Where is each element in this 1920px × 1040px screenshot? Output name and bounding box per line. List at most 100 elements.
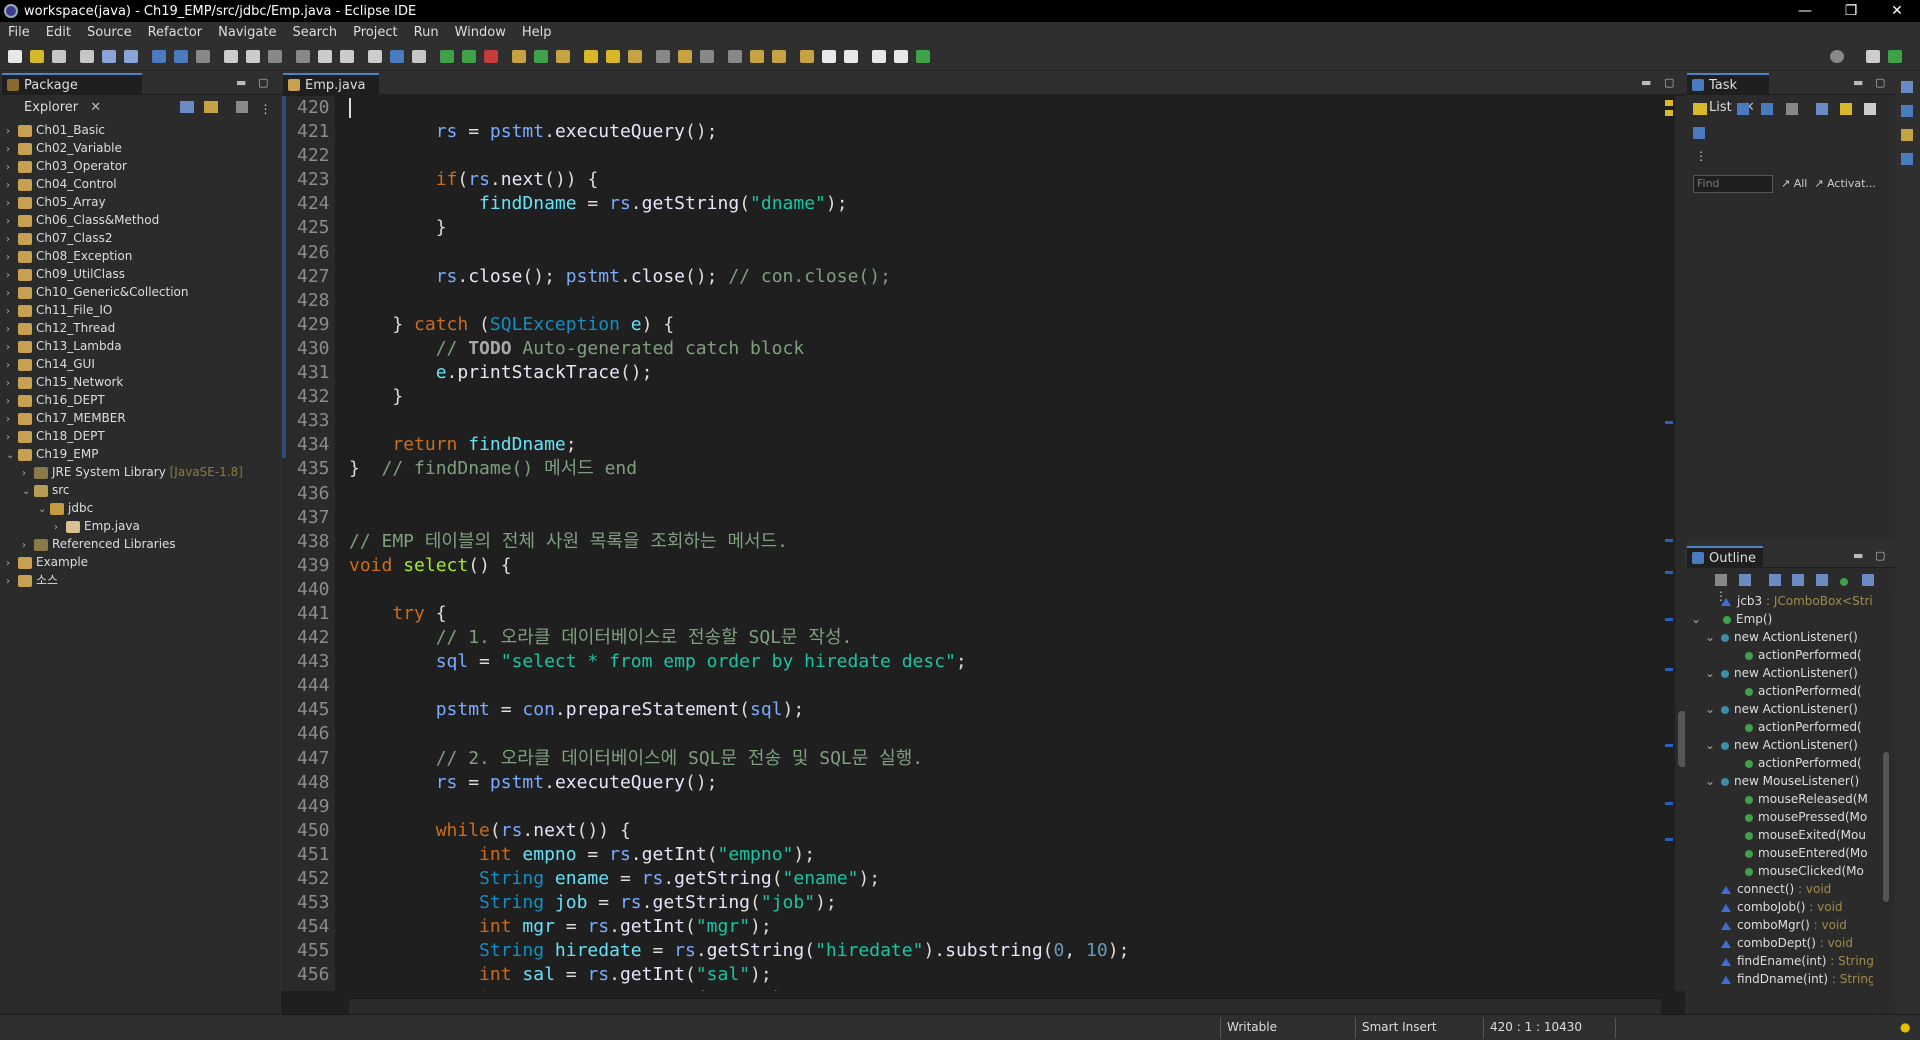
outline-horizontal-scrollbar[interactable]: [1685, 1000, 1873, 1014]
toolbar-icon-16[interactable]: [390, 50, 404, 63]
toolbar-icon-36[interactable]: [872, 50, 886, 63]
menu-edit[interactable]: Edit: [38, 25, 79, 40]
javadoc-icon[interactable]: [1901, 153, 1913, 165]
tab-outline[interactable]: Outline ✕: [1687, 546, 1763, 588]
code-line[interactable]: 457 int comm = rs.getInt("comm");: [281, 987, 1657, 991]
new-task-icon[interactable]: [1693, 103, 1707, 115]
code-line[interactable]: 430 // TODO Auto-generated catch block: [281, 337, 1657, 361]
minimize-icon[interactable]: ▬: [236, 76, 246, 89]
chevron-right-icon[interactable]: ›: [6, 573, 18, 591]
code-line[interactable]: 431 e.printStackTrace();: [281, 361, 1657, 385]
tree-item-project[interactable]: › Ch17_MEMBER: [0, 409, 278, 427]
maximize-icon[interactable]: ▢: [1875, 76, 1885, 89]
collapse-icon[interactable]: [1863, 103, 1876, 115]
filter-icon[interactable]: [235, 101, 248, 113]
outline-item[interactable]: comboJob() : void: [1685, 898, 1873, 916]
close-icon[interactable]: ✕: [90, 100, 101, 115]
toolbar-icon-35[interactable]: [844, 50, 858, 63]
problems-icon[interactable]: [1901, 129, 1913, 141]
code-line[interactable]: 440: [281, 578, 1657, 602]
occurrence-mark[interactable]: [1665, 571, 1673, 574]
hide-fields-icon[interactable]: [1768, 574, 1781, 586]
tree-item-project[interactable]: › Ch04_Control: [0, 175, 278, 193]
toolbar-icon-0[interactable]: [8, 50, 22, 63]
outline-item[interactable]: mouseExited(Mou: [1685, 826, 1873, 844]
menu-window[interactable]: Window: [447, 25, 514, 40]
tree-item-project[interactable]: › Ch10_Generic&Collection: [0, 283, 278, 301]
hide-static-icon[interactable]: [1792, 574, 1805, 586]
tree-item-project[interactable]: › Ch14_GUI: [0, 355, 278, 373]
tree-item-src[interactable]: ⌄ src: [0, 481, 278, 499]
occurrence-mark[interactable]: [1665, 668, 1673, 671]
tree-item-referenced-libraries[interactable]: › Referenced Libraries: [0, 535, 278, 553]
code-line[interactable]: 433: [281, 409, 1657, 433]
menu-help[interactable]: Help: [514, 25, 560, 40]
search-icon[interactable]: [1830, 50, 1844, 63]
editor-horizontal-scrollbar[interactable]: [349, 998, 1661, 1014]
outline-item[interactable]: mousePressed(Mo: [1685, 808, 1873, 826]
outline-item[interactable]: connect() : void: [1685, 880, 1873, 898]
tab-task-list[interactable]: Task List ✕: [1687, 73, 1769, 115]
maximize-icon[interactable]: ▢: [1875, 549, 1885, 562]
toolbar-icon-10[interactable]: [246, 50, 260, 63]
task-repository-icon[interactable]: [1693, 127, 1705, 139]
code-line[interactable]: 425 }: [281, 216, 1657, 240]
menu-file[interactable]: File: [0, 25, 38, 40]
tree-item-project[interactable]: › Ch16_DEPT: [0, 391, 278, 409]
status-insert-mode[interactable]: Smart Insert: [1362, 1020, 1437, 1034]
tree-item-project[interactable]: › Ch08_Exception: [0, 247, 278, 265]
activate-link[interactable]: Activat...: [1827, 177, 1876, 190]
code-line[interactable]: 437: [281, 506, 1657, 530]
code-line[interactable]: 447 // 2. 오라클 데이터베이스에 SQL문 전송 및 SQL문 실행.: [281, 747, 1657, 771]
occurrence-mark[interactable]: [1665, 838, 1673, 841]
hide-local-types-icon[interactable]: [1840, 578, 1849, 586]
toolbar-icon-6[interactable]: [152, 50, 166, 63]
occurrence-mark[interactable]: [1665, 618, 1673, 621]
toolbar-icon-2[interactable]: [52, 50, 66, 63]
outline-item[interactable]: actionPerformed(: [1685, 754, 1873, 772]
toolbar-icon-26[interactable]: [628, 50, 642, 63]
code-line[interactable]: 422: [281, 144, 1657, 168]
outline-item[interactable]: ⌄ new ActionListener(): [1685, 700, 1873, 718]
toolbar-icon-28[interactable]: [678, 50, 692, 63]
tab-emp-java[interactable]: Emp.java ✕: [283, 73, 379, 115]
task-find-input[interactable]: Find: [1693, 175, 1773, 193]
toolbar-icon-34[interactable]: [822, 50, 836, 63]
code-line[interactable]: 436: [281, 482, 1657, 506]
toolbar-icon-3[interactable]: [80, 50, 94, 63]
hide-nonpublic-icon[interactable]: [1816, 574, 1829, 586]
outline-item[interactable]: comboDept() : void: [1685, 934, 1873, 952]
code-line[interactable]: 438 // EMP 테이블의 전체 사원 목록을 조회하는 메서드.: [281, 530, 1657, 554]
scroll-thumb[interactable]: [1883, 752, 1889, 902]
occurrence-mark[interactable]: [1665, 539, 1673, 542]
tree-item-project[interactable]: › Example: [0, 553, 278, 571]
toolbar-icon-11[interactable]: [268, 50, 282, 63]
console-icon[interactable]: [1901, 105, 1913, 117]
toolbar-icon-18[interactable]: [440, 50, 454, 63]
code-line[interactable]: 421 rs = pstmt.executeQuery();: [281, 120, 1657, 144]
toolbar-icon-30[interactable]: [728, 50, 742, 63]
code-line[interactable]: 427 rs.close(); pstmt.close(); // con.cl…: [281, 265, 1657, 289]
code-line[interactable]: 423 if(rs.next()) {: [281, 168, 1657, 192]
minimize-icon[interactable]: ▬: [1641, 76, 1651, 89]
open-perspective-icon[interactable]: [1866, 50, 1880, 63]
restore-icon[interactable]: [1901, 81, 1913, 93]
minimize-icon[interactable]: ▬: [1853, 76, 1863, 89]
code-line[interactable]: 452 String ename = rs.getString("ename")…: [281, 867, 1657, 891]
outline-item[interactable]: ⌄ Emp(): [1685, 610, 1873, 628]
toolbar-icon-25[interactable]: [606, 50, 620, 63]
scheduled-icon[interactable]: [1760, 103, 1773, 115]
menu-search[interactable]: Search: [284, 25, 345, 40]
outline-item[interactable]: jcb3 : JComboBox<Stri: [1685, 592, 1873, 610]
code-line[interactable]: 453 String job = rs.getString("job");: [281, 891, 1657, 915]
toolbar-icon-14[interactable]: [340, 50, 354, 63]
code-line[interactable]: 446: [281, 722, 1657, 746]
focus-icon[interactable]: [1786, 103, 1799, 115]
chevron-down-icon[interactable]: ⌄: [1705, 664, 1715, 682]
toolbar-icon-13[interactable]: [318, 50, 332, 63]
tree-item-project[interactable]: › Ch07_Class2: [0, 229, 278, 247]
categorized-icon[interactable]: [1736, 103, 1749, 115]
toolbar-icon-37[interactable]: [894, 50, 908, 63]
code-line[interactable]: 434 return findDname;: [281, 433, 1657, 457]
code-line[interactable]: 448 rs = pstmt.executeQuery();: [281, 771, 1657, 795]
